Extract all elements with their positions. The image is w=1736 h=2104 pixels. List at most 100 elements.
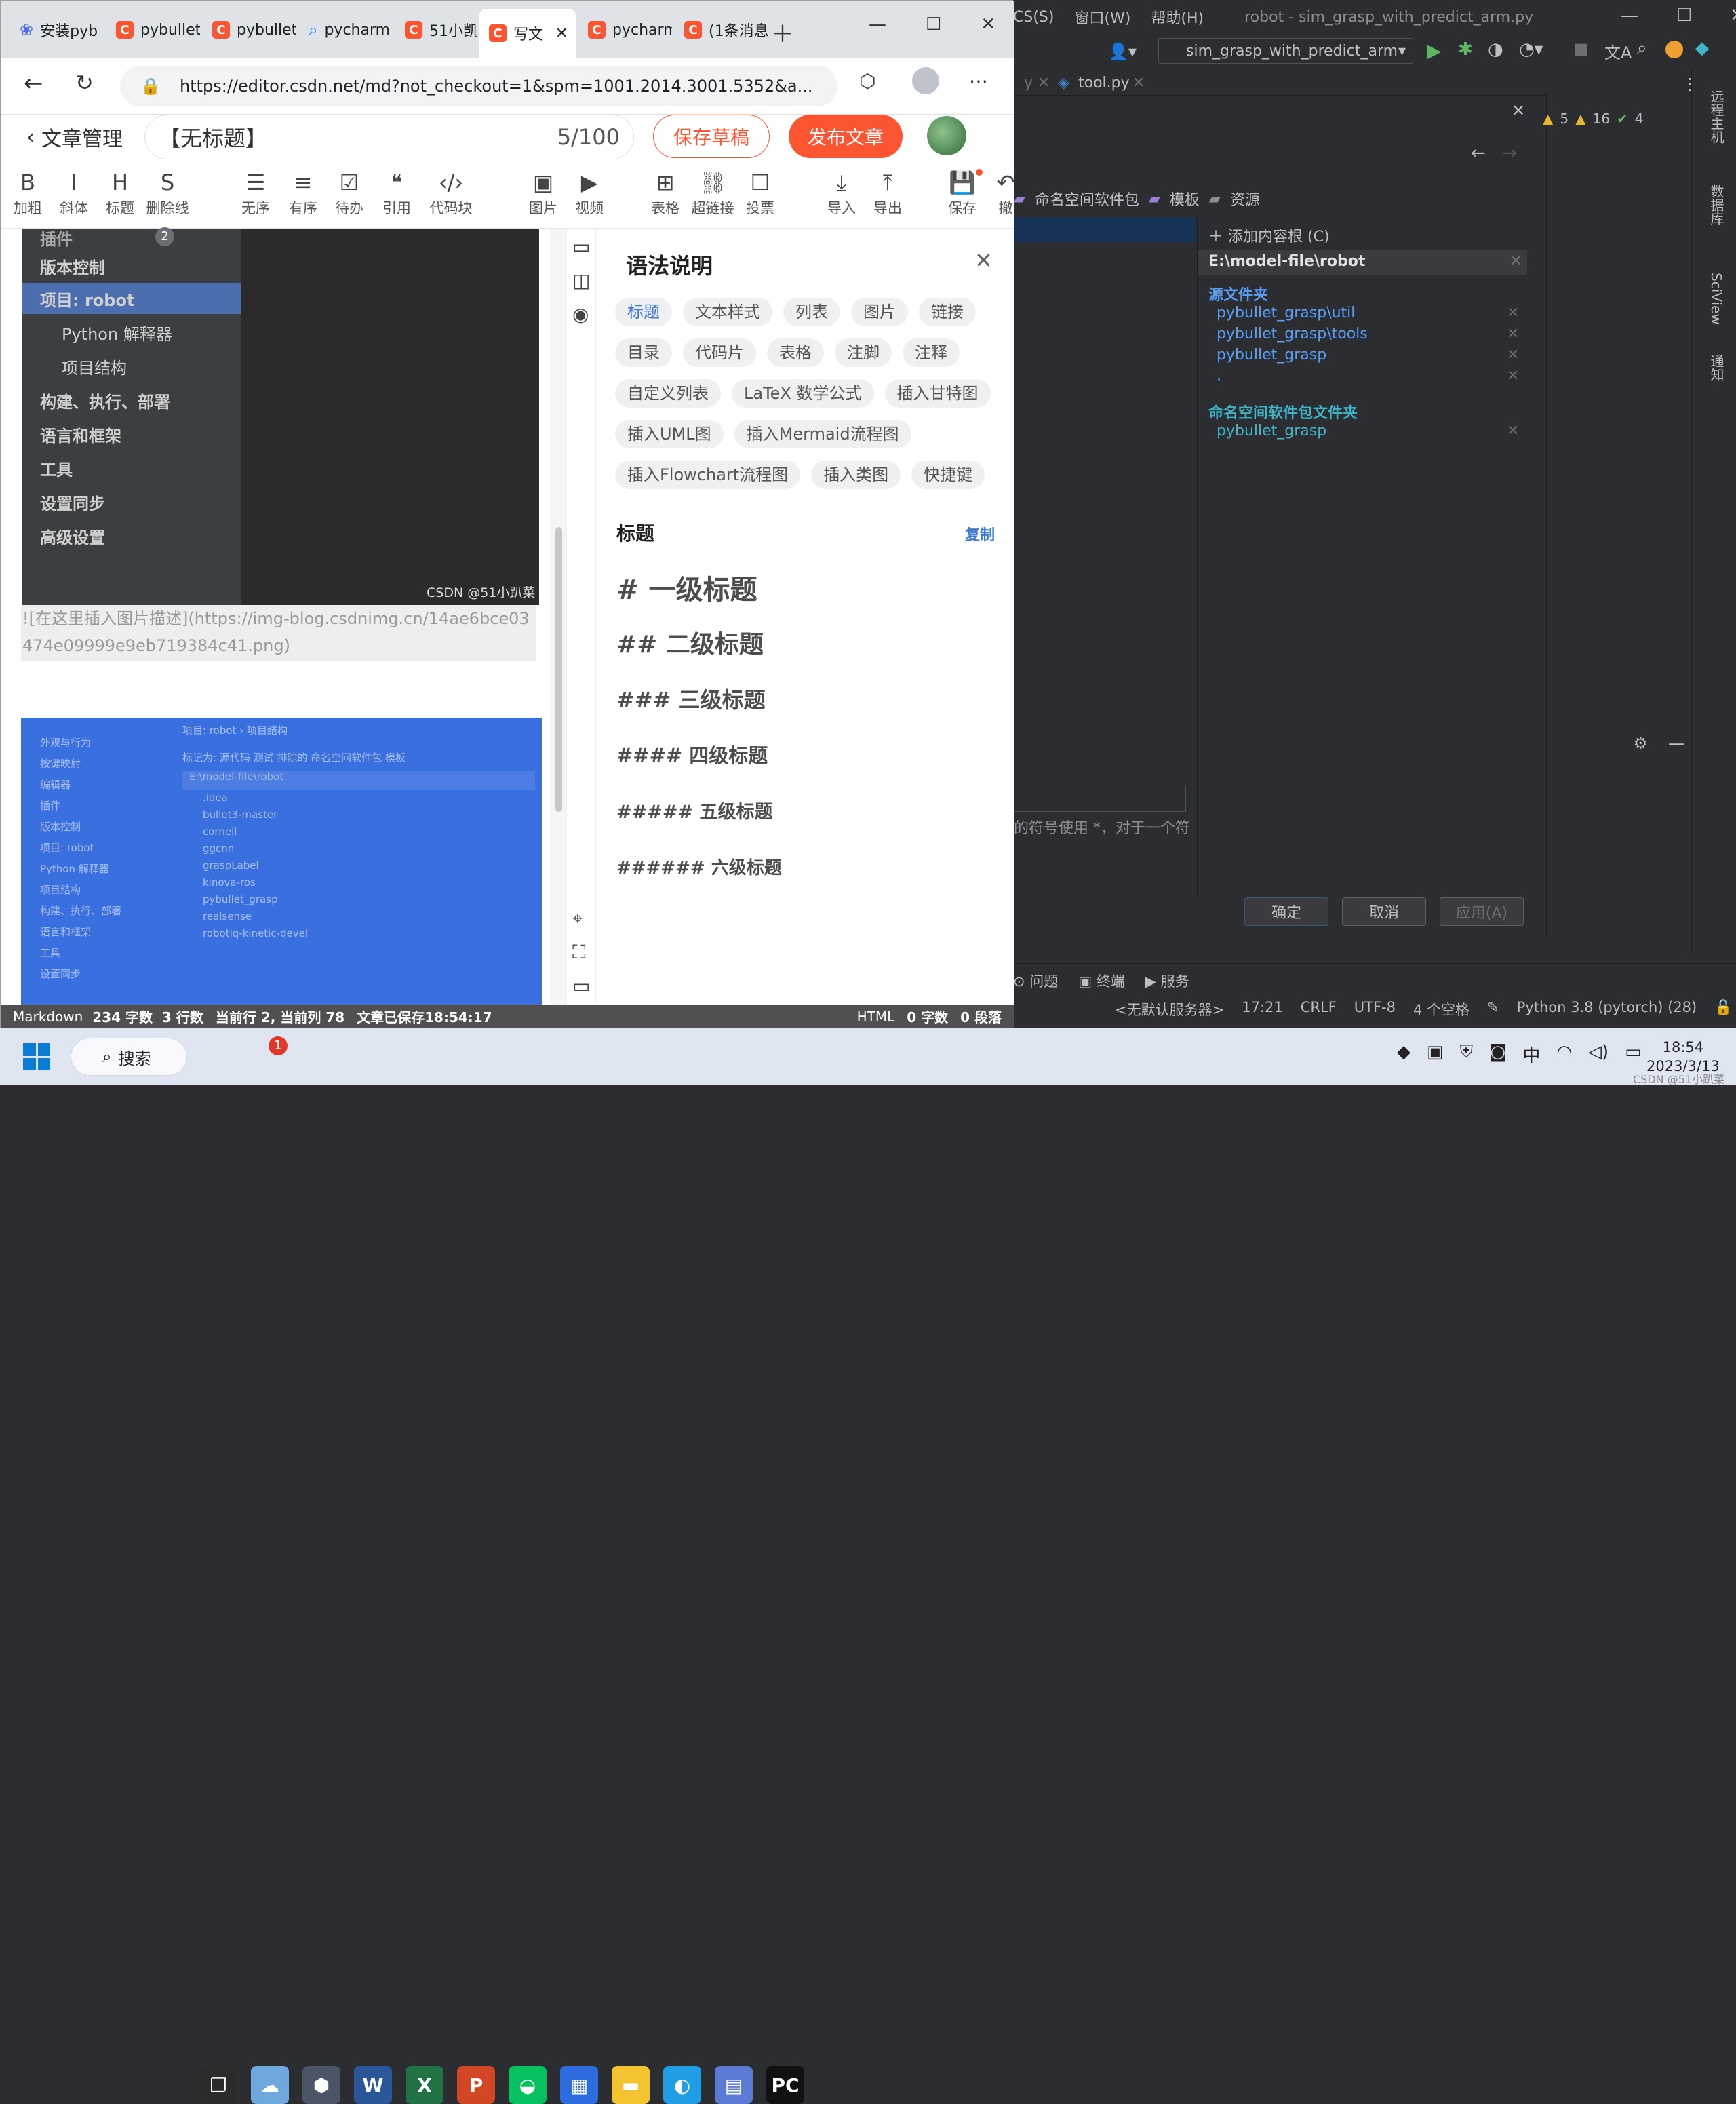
extensions-icon[interactable]: ⬡ — [859, 70, 875, 92]
locate-icon[interactable]: ⌖ — [572, 907, 583, 930]
fullscreen-icon[interactable]: ⛶ — [572, 941, 586, 964]
editor-scrollbar[interactable] — [550, 229, 566, 1005]
help-tag[interactable]: 文本样式 — [683, 298, 772, 326]
toolbar-button-14[interactable]: ⤓ 导入 — [817, 168, 866, 218]
help-tag[interactable]: 图片 — [851, 298, 908, 326]
list-item[interactable]: pybullet_grasp\util ✕ — [1217, 305, 1519, 326]
tool-sciview[interactable]: SciView — [1704, 273, 1724, 325]
back-arrow-icon[interactable]: ← — [1471, 143, 1486, 163]
tab-close-icon[interactable]: ✕ — [555, 25, 568, 42]
coverage-icon[interactable]: ◑ — [1488, 39, 1503, 60]
refresh-icon[interactable]: ↻ — [75, 70, 94, 96]
mark-resources[interactable]: 资源 — [1230, 188, 1260, 210]
help-tag[interactable]: LaTeX 数学公式 — [732, 379, 874, 408]
list-item[interactable]: pybullet_grasp\tools ✕ — [1217, 326, 1519, 347]
help-tag[interactable]: 注释 — [903, 338, 960, 367]
close-icon[interactable]: ✕ — [974, 248, 993, 273]
help-tag[interactable]: 快捷键 — [911, 461, 985, 489]
menu-dots-icon[interactable]: ⋯ — [969, 70, 988, 92]
toolbar-button-12[interactable]: ⛓ 超链接 — [688, 168, 737, 218]
monitor-icon[interactable]: ▭ — [572, 975, 590, 997]
browser-tab[interactable]: C 51小凯 — [395, 10, 489, 50]
tab-close-icon[interactable]: y ✕ — [1024, 75, 1050, 92]
toolbar-button-11[interactable]: ⊞ 表格 — [641, 168, 690, 218]
close-icon[interactable]: ✕ — [981, 14, 995, 35]
toolbar-button-10[interactable]: ▶ 视频 — [565, 168, 614, 218]
browser-tab[interactable]: ❀ 安装pyb — [10, 10, 104, 50]
mark-templates[interactable]: 模板 — [1170, 188, 1200, 210]
tool-remote-host[interactable]: 远程主机 — [1704, 90, 1724, 144]
update-icon[interactable] — [1665, 41, 1683, 58]
close-icon[interactable]: ✕ — [1507, 347, 1519, 364]
new-tab-icon[interactable]: ＋ — [771, 16, 794, 49]
translate-icon[interactable]: 文A — [1604, 39, 1632, 63]
help-tag[interactable]: 链接 — [919, 298, 976, 326]
help-tag[interactable]: 目录 — [615, 338, 672, 367]
tree-selected-row[interactable] — [1014, 218, 1196, 242]
toolbar-button-17[interactable]: ↶ 撤 — [981, 168, 1030, 218]
minimize-icon[interactable]: — — [1621, 5, 1638, 26]
tab-terminal[interactable]: ▣ 终端 — [1078, 971, 1125, 991]
help-tag[interactable]: 标题 — [615, 298, 672, 326]
wifi-icon[interactable]: ◠ — [1556, 1042, 1572, 1067]
tray-app-icon[interactable]: ◆ — [1397, 1042, 1410, 1067]
toolbar-button-13[interactable]: ☐ 投票 — [736, 168, 785, 218]
menu-help[interactable]: 帮助(H) — [1151, 6, 1204, 28]
toolbar-button-6[interactable]: ☑ 待办 — [325, 168, 374, 218]
close-icon[interactable]: ✕ — [1507, 305, 1519, 322]
article-management-link[interactable]: ‹ 文章管理 — [26, 115, 123, 159]
apply-button[interactable]: 应用(A) — [1440, 897, 1524, 926]
close-icon[interactable]: ✕ — [1507, 368, 1519, 385]
list-item[interactable]: pybullet_grasp ✕ — [1217, 347, 1519, 368]
remove-root-icon[interactable]: ✕ — [1510, 253, 1522, 270]
defender-icon[interactable]: ⛨ — [1460, 1042, 1474, 1067]
toolbar-button-3[interactable]: S 删除线 — [143, 168, 192, 218]
edge-icon[interactable]: ◐ — [663, 2066, 701, 2104]
save-draft-button[interactable]: 保存草稿 — [653, 115, 770, 158]
help-tag[interactable]: 插入Flowchart流程图 — [615, 461, 801, 489]
toolbar-button-4[interactable]: ☰ 无序 — [231, 168, 280, 218]
browser-tab[interactable]: ⌕ pycharm — [299, 10, 393, 50]
menu-window[interactable]: 窗口(W) — [1074, 6, 1130, 28]
word-icon[interactable]: W — [354, 2066, 392, 2104]
browser-tab[interactable]: Cpybullet — [203, 10, 296, 50]
toolbar-button-1[interactable]: I 斜体 — [50, 168, 98, 218]
run-icon[interactable]: ▶ — [1427, 39, 1442, 62]
maximize-icon[interactable]: ☐ — [1676, 5, 1692, 26]
preview-eye-icon[interactable]: ◉ — [572, 303, 589, 326]
run-config-select[interactable]: sim_grasp_with_predict_arm ▾ — [1158, 38, 1413, 64]
cancel-button[interactable]: 取消 — [1342, 897, 1426, 926]
help-tag[interactable]: 表格 — [767, 338, 824, 367]
assistant-icon[interactable]: ◆ — [1695, 38, 1709, 58]
help-tag[interactable]: 插入Mermaid流程图 — [734, 420, 911, 448]
tab-services[interactable]: ▶ 服务 — [1145, 971, 1189, 991]
user-icon[interactable]: 👤▾ — [1108, 42, 1137, 61]
taskbar-search[interactable]: ⌕ 搜索 — [71, 1038, 187, 1076]
toolbar-button-2[interactable]: H 标题 — [96, 168, 144, 218]
app-icon[interactable]: ⬢ — [302, 2066, 340, 2104]
lock-icon[interactable]: 🔓 — [1714, 999, 1732, 1019]
copy-link[interactable]: 复制 — [965, 523, 995, 545]
volume-icon[interactable]: ◁) — [1588, 1042, 1609, 1067]
forward-arrow-icon[interactable]: → — [1502, 143, 1517, 163]
status-encoding[interactable]: UTF-8 — [1354, 999, 1396, 1019]
list-item[interactable]: pybullet_grasp ✕ — [1217, 423, 1519, 444]
help-tag[interactable]: 代码片 — [683, 338, 756, 367]
pycharm-icon[interactable]: PC — [766, 2066, 804, 2104]
notepad-icon[interactable]: ▤ — [715, 2066, 753, 2104]
status-line-sep[interactable]: CRLF — [1301, 999, 1337, 1019]
weather-icon[interactable]: ☁ — [251, 2066, 289, 2104]
help-tag[interactable]: 插入甘特图 — [884, 379, 991, 408]
stop-icon[interactable]: ■ — [1573, 39, 1589, 58]
add-content-root-button[interactable]: ＋ 添加内容根 (C) — [1208, 225, 1330, 246]
hide-icon[interactable]: — — [1668, 734, 1684, 761]
browser-tab[interactable]: Cpycharm — [578, 10, 672, 50]
file-explorer-icon[interactable]: ▬ — [612, 2066, 650, 2104]
help-tag[interactable]: 列表 — [783, 298, 840, 326]
browser-tab[interactable]: C (1条消息 — [675, 10, 768, 50]
tab-problems[interactable]: ⊙ 问题 — [1013, 971, 1058, 991]
profile-avatar[interactable] — [912, 67, 939, 94]
excel-icon[interactable]: X — [406, 2066, 443, 2104]
tool-database[interactable]: 数据库 — [1704, 184, 1724, 225]
toolbar-button-8[interactable]: ‹/› 代码块 — [427, 168, 475, 218]
